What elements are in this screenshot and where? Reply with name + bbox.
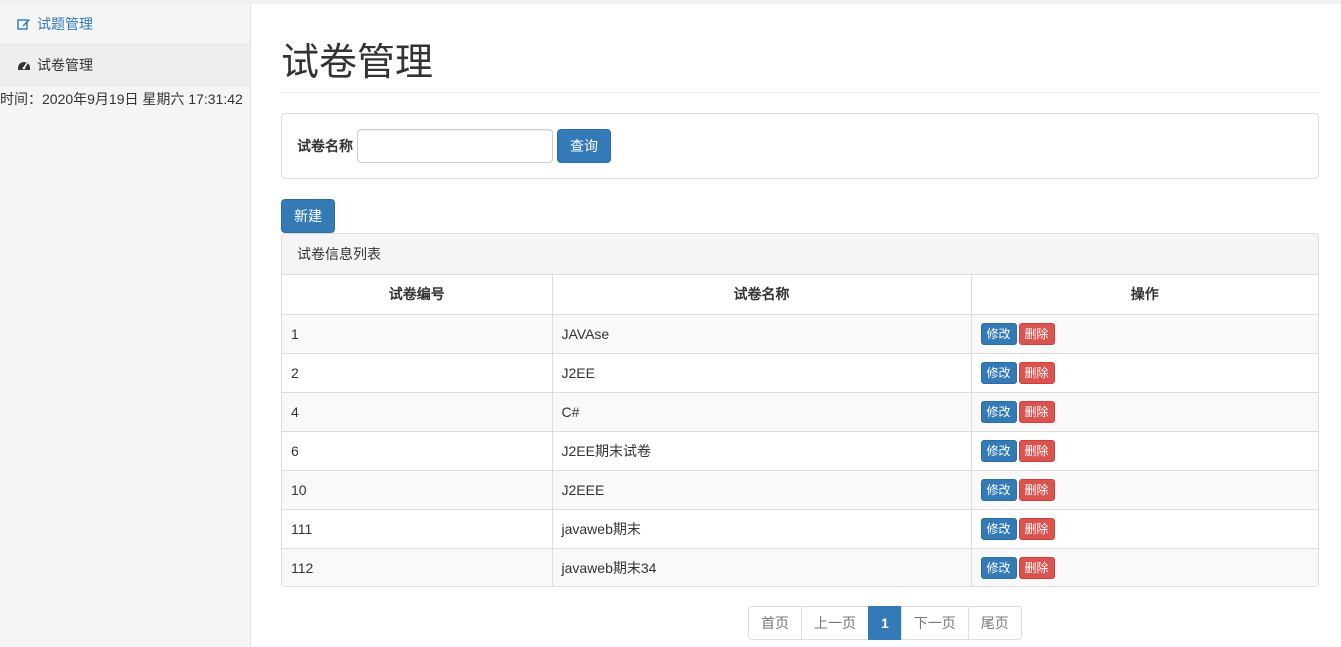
paper-id-cell: 4 [282, 392, 553, 432]
paper-list-panel: 试卷信息列表 试卷编号 试卷名称 操作 1 JAVAse 修改 删除 2 J2E… [281, 233, 1319, 587]
edit-button[interactable]: 修改 [980, 361, 1017, 384]
pagination: 首页 上一页 1 下一页 尾页 [748, 606, 1022, 640]
search-label: 试卷名称 [297, 138, 353, 154]
paper-name-cell: javaweb期末 [552, 509, 972, 549]
paper-name-cell: J2EEE [552, 470, 972, 510]
edit-button[interactable]: 修改 [980, 517, 1017, 540]
actions-cell: 修改 删除 [971, 314, 1318, 354]
paper-id-cell: 111 [282, 509, 553, 549]
sidebar: 试题管理 试卷管理 时间：2020年9月19日 星期六 17:31:42 [0, 4, 251, 647]
paper-id-cell: 10 [282, 470, 553, 510]
table-row: 111 javaweb期末 修改 删除 [282, 509, 1318, 549]
edit-button[interactable]: 修改 [980, 478, 1017, 501]
table-row: 10 J2EEE 修改 删除 [282, 470, 1318, 510]
new-paper-button[interactable]: 新建 [281, 199, 335, 233]
column-header-name: 试卷名称 [552, 275, 972, 315]
paper-name-input[interactable] [357, 129, 553, 163]
table-header-row: 试卷编号 试卷名称 操作 [282, 275, 1318, 315]
last-page-link[interactable]: 尾页 [967, 606, 1022, 640]
edit-button[interactable]: 修改 [980, 556, 1017, 579]
edit-button[interactable]: 修改 [980, 400, 1017, 423]
actions-cell: 修改 删除 [971, 548, 1318, 586]
first-page-link[interactable]: 首页 [748, 606, 802, 640]
paper-name-cell: J2EE [552, 353, 972, 393]
delete-button[interactable]: 删除 [1018, 361, 1055, 384]
paper-table: 试卷编号 试卷名称 操作 1 JAVAse 修改 删除 2 J2EE 修改 删除… [282, 275, 1318, 586]
search-panel: 试卷名称 查询 [281, 113, 1319, 179]
list-heading: 试卷信息列表 [282, 234, 1318, 275]
column-header-id: 试卷编号 [282, 275, 553, 315]
next-page-link[interactable]: 下一页 [900, 606, 969, 640]
paper-name-cell: C# [552, 392, 972, 432]
sidebar-item-papers[interactable]: 试卷管理 [0, 45, 250, 86]
actions-cell: 修改 删除 [971, 509, 1318, 549]
paper-name-cell: JAVAse [552, 314, 972, 354]
table-row: 4 C# 修改 删除 [282, 392, 1318, 432]
delete-button[interactable]: 删除 [1018, 439, 1055, 462]
prev-page-link[interactable]: 上一页 [801, 606, 869, 640]
actions-cell: 修改 删除 [971, 353, 1318, 393]
current-time: 时间：2020年9月19日 星期六 17:31:42 [0, 91, 243, 107]
current-page-link[interactable]: 1 [868, 606, 902, 640]
delete-button[interactable]: 删除 [1018, 322, 1055, 345]
edit-button[interactable]: 修改 [980, 439, 1017, 462]
page-title: 试卷管理 [281, 42, 434, 84]
table-row: 2 J2EE 修改 删除 [282, 353, 1318, 393]
table-row: 112 javaweb期末34 修改 删除 [282, 548, 1318, 586]
sidebar-item-label: 试卷管理 [37, 57, 93, 73]
sidebar-item-questions[interactable]: 试题管理 [0, 4, 250, 45]
edit-icon [17, 17, 31, 31]
delete-button[interactable]: 删除 [1018, 556, 1055, 579]
column-header-actions: 操作 [971, 275, 1318, 315]
paper-name-cell: J2EE期末试卷 [552, 431, 972, 471]
title-divider [281, 92, 1319, 93]
search-button[interactable]: 查询 [557, 129, 611, 163]
paper-id-cell: 1 [282, 314, 553, 354]
table-row: 6 J2EE期末试卷 修改 删除 [282, 431, 1318, 471]
delete-button[interactable]: 删除 [1018, 400, 1055, 423]
delete-button[interactable]: 删除 [1018, 517, 1055, 540]
actions-cell: 修改 删除 [971, 431, 1318, 471]
delete-button[interactable]: 删除 [1018, 478, 1055, 501]
edit-button[interactable]: 修改 [980, 322, 1017, 345]
dashboard-icon [17, 58, 31, 72]
paper-name-cell: javaweb期末34 [552, 548, 972, 586]
paper-id-cell: 2 [282, 353, 553, 393]
paper-id-cell: 112 [282, 548, 553, 586]
paper-id-cell: 6 [282, 431, 553, 471]
table-row: 1 JAVAse 修改 删除 [282, 314, 1318, 354]
sidebar-item-label: 试题管理 [37, 16, 93, 32]
actions-cell: 修改 删除 [971, 470, 1318, 510]
actions-cell: 修改 删除 [971, 392, 1318, 432]
